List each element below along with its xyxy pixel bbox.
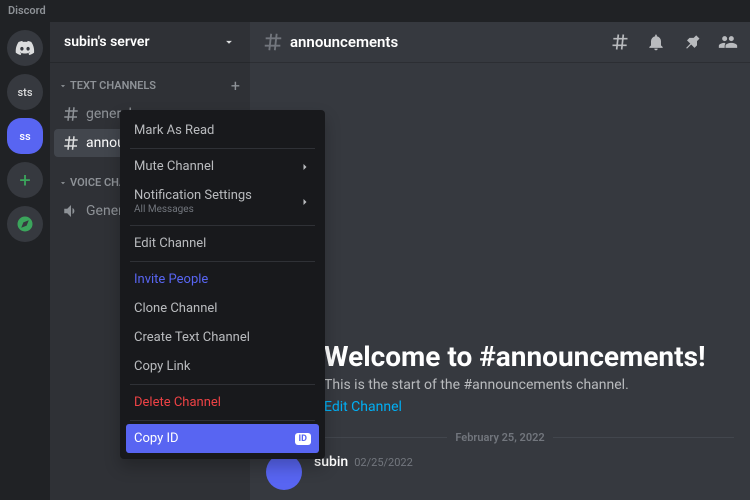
- menu-mark-as-read[interactable]: Mark As Read: [126, 116, 319, 145]
- menu-separator: [130, 384, 315, 385]
- server-name: subin's server: [64, 34, 150, 50]
- menu-notification-settings[interactable]: Notification SettingsAll Messages: [126, 181, 319, 222]
- menu-separator: [130, 148, 315, 149]
- menu-separator: [130, 225, 315, 226]
- menu-copy-link[interactable]: Copy Link: [126, 352, 319, 381]
- welcome-block: Welcome to #announcements! This is the s…: [324, 340, 734, 415]
- hash-icon: [62, 105, 80, 123]
- bell-icon[interactable]: [646, 32, 666, 52]
- chevron-right-icon: [299, 161, 311, 173]
- home-button[interactable]: [7, 30, 43, 66]
- server-pill-sts[interactable]: sts: [7, 74, 43, 110]
- discord-logo-icon: [15, 38, 35, 58]
- server-header[interactable]: subin's server: [50, 22, 250, 62]
- menu-separator: [130, 420, 315, 421]
- chevron-down-icon: [58, 178, 68, 188]
- channel-title: announcements: [290, 33, 398, 51]
- message-timestamp: 02/25/2022: [354, 456, 413, 469]
- speaker-icon: [62, 202, 80, 220]
- menu-invite-people[interactable]: Invite People: [126, 265, 319, 294]
- welcome-subtitle: This is the start of the #announcements …: [324, 377, 734, 393]
- main-area: announcements Welcome to #announcements!…: [250, 22, 750, 500]
- edit-channel-link[interactable]: Edit Channel: [324, 399, 734, 415]
- hash-icon: [262, 31, 284, 53]
- avatar[interactable]: [266, 454, 302, 490]
- members-icon[interactable]: [718, 32, 738, 52]
- explore-button[interactable]: [7, 206, 43, 242]
- menu-delete-channel[interactable]: Delete Channel: [126, 388, 319, 417]
- chevron-down-icon: [58, 81, 68, 91]
- add-channel-button[interactable]: +: [231, 76, 240, 95]
- menu-copy-id[interactable]: Copy ID ID: [126, 424, 319, 453]
- message-row: subin 02/25/2022: [266, 452, 734, 492]
- compass-icon: [16, 215, 34, 233]
- menu-separator: [130, 261, 315, 262]
- server-rail: sts ss +: [0, 22, 50, 500]
- context-menu: Mark As Read Mute Channel Notification S…: [120, 110, 325, 459]
- chevron-right-icon: [299, 196, 311, 208]
- chevron-down-icon: [222, 35, 236, 49]
- add-server-button[interactable]: +: [7, 162, 43, 198]
- menu-edit-channel[interactable]: Edit Channel: [126, 229, 319, 258]
- menu-create-text-channel[interactable]: Create Text Channel: [126, 323, 319, 352]
- server-pill-ss[interactable]: ss: [7, 118, 43, 154]
- category-text-channels[interactable]: TEXT CHANNELS +: [54, 70, 246, 99]
- menu-mute-channel[interactable]: Mute Channel: [126, 152, 319, 181]
- id-badge: ID: [295, 433, 311, 445]
- date-divider: February 25, 2022: [266, 431, 734, 444]
- hash-icon: [62, 134, 80, 152]
- welcome-title: Welcome to #announcements!: [324, 340, 734, 373]
- threads-icon[interactable]: [610, 32, 630, 52]
- channel-header: announcements: [250, 22, 750, 62]
- window-titlebar: Discord: [0, 0, 750, 22]
- menu-clone-channel[interactable]: Clone Channel: [126, 294, 319, 323]
- pin-icon[interactable]: [682, 32, 702, 52]
